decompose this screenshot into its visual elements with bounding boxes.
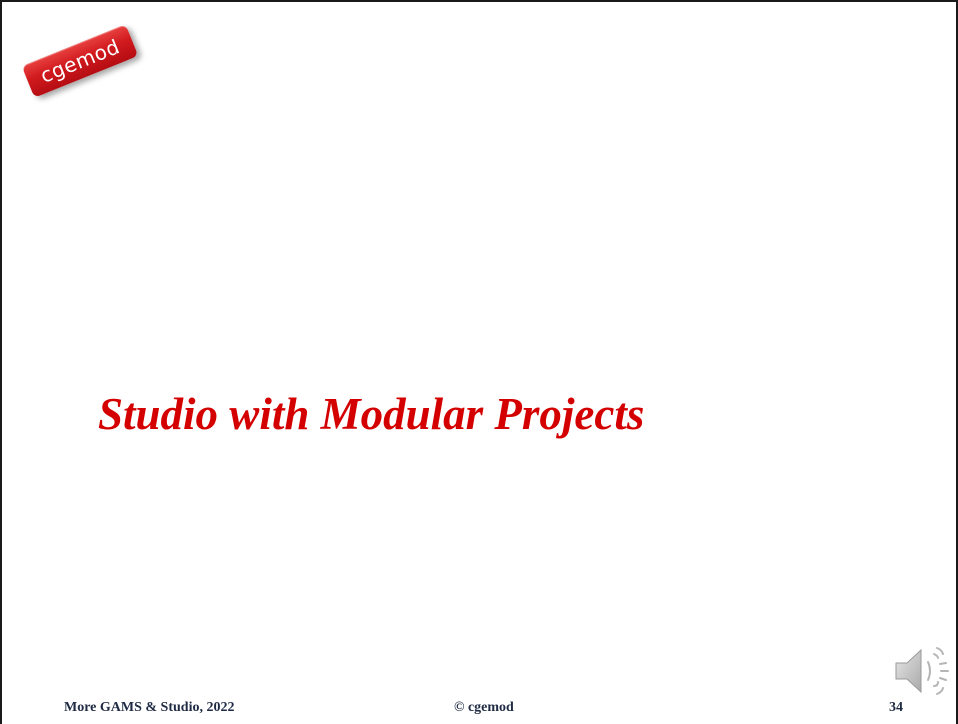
footer-copyright: © cgemod (454, 700, 514, 715)
speaker-icon[interactable] (894, 642, 954, 698)
frame-top-border (0, 0, 958, 2)
slide: cgemod Studio with Modular Projects More… (0, 0, 958, 724)
slide-title: Studio with Modular Projects (98, 389, 645, 439)
frame-left-border (0, 0, 2, 724)
footer-presentation-title: More GAMS & Studio, 2022 (64, 700, 235, 715)
cgemod-logo: cgemod (21, 24, 139, 98)
logo-text: cgemod (36, 34, 124, 88)
page-number: 34 (889, 700, 903, 715)
